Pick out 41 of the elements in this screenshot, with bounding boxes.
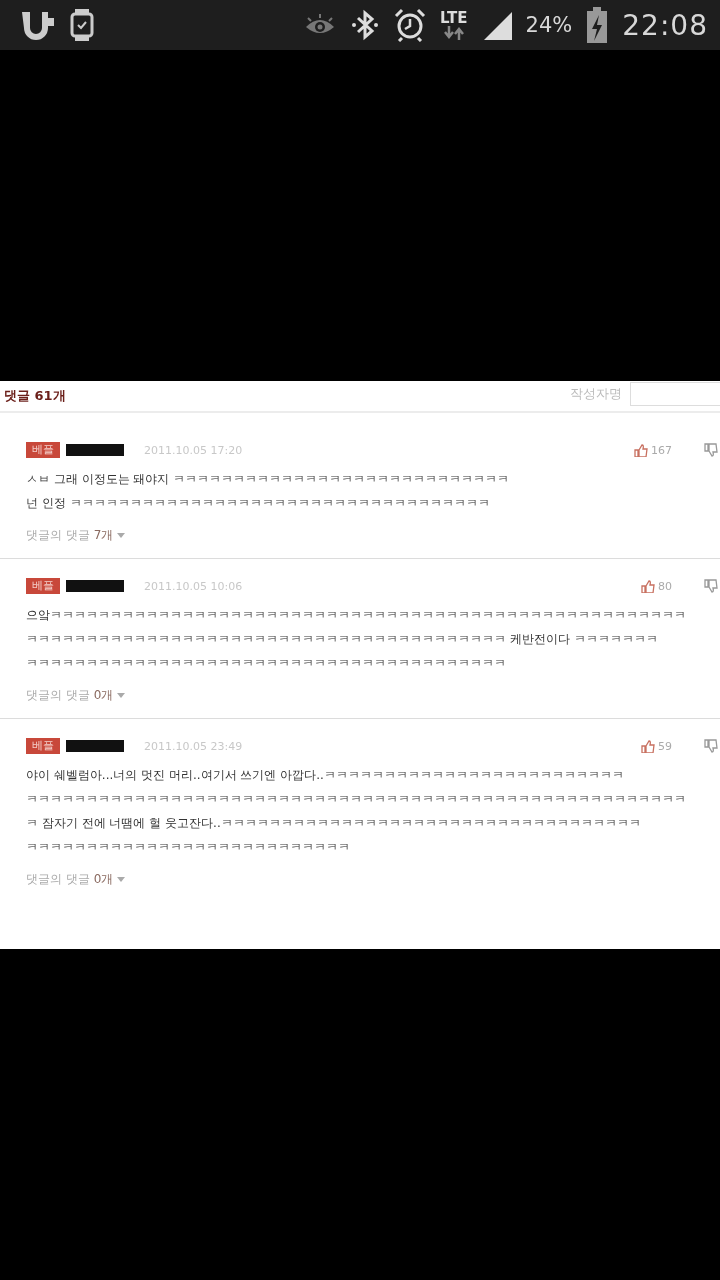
comment-text-line: ㅋ 잠자기 전에 너땜에 헐 웃고잔다..ㅋㅋㅋㅋㅋㅋㅋㅋㅋㅋㅋㅋㅋㅋㅋㅋㅋㅋㅋㅋㅋㅋㅋㅋㅋㅋㅋㅋㅋㅋㅋㅋㅋㅋㅋ xyxy=(26,815,642,832)
alarm-clock-icon xyxy=(394,8,427,42)
comment-text-line: ㅋㅋㅋㅋㅋㅋㅋㅋㅋㅋㅋㅋㅋㅋㅋㅋㅋㅋㅋㅋㅋㅋㅋㅋㅋㅋㅋㅋㅋㅋㅋㅋㅋㅋㅋㅋㅋㅋㅋㅋ 케반전이다 ㅋㅋㅋㅋㅋㅋㅋ xyxy=(26,631,659,648)
redacted-username xyxy=(66,580,124,592)
best-badge: 베플 xyxy=(26,442,60,458)
dropdown-caret-icon[interactable] xyxy=(117,877,126,882)
reply-count[interactable]: 0개 xyxy=(93,871,114,888)
comment-text-line: 넌 인정 ㅋㅋㅋㅋㅋㅋㅋㅋㅋㅋㅋㅋㅋㅋㅋㅋㅋㅋㅋㅋㅋㅋㅋㅋㅋㅋㅋㅋㅋㅋㅋㅋㅋㅋㅋ xyxy=(26,495,491,512)
author-name-label: 작성자명 xyxy=(570,385,622,403)
redacted-username xyxy=(66,740,124,752)
comment-count-heading: 댓글 61개 xyxy=(4,387,66,405)
thumbs-up-icon[interactable] xyxy=(634,443,648,457)
battery-percent: 24% xyxy=(525,13,573,37)
comment-text-line: ㅅㅂ 그래 이정도는 돼야지 ㅋㅋㅋㅋㅋㅋㅋㅋㅋㅋㅋㅋㅋㅋㅋㅋㅋㅋㅋㅋㅋㅋㅋㅋㅋㅋㅋㅋ xyxy=(26,471,511,488)
thumbs-down-icon[interactable] xyxy=(704,579,720,593)
thumbs-down-icon[interactable] xyxy=(704,443,720,457)
like-count: 167 xyxy=(651,443,672,457)
dropdown-caret-icon[interactable] xyxy=(117,693,126,698)
comment-text-line: 으앜ㅋㅋㅋㅋㅋㅋㅋㅋㅋㅋㅋㅋㅋㅋㅋㅋㅋㅋㅋㅋㅋㅋㅋㅋㅋㅋㅋㅋㅋㅋㅋㅋㅋㅋㅋㅋㅋㅋㅋㅋㅋㅋㅋㅋㅋㅋㅋㅋㅋㅋㅋㅋㅋ xyxy=(26,607,687,624)
thumbs-up-icon[interactable] xyxy=(641,579,655,593)
data-arrows-icon xyxy=(442,25,465,40)
redacted-username xyxy=(66,444,124,456)
reply-count[interactable]: 7개 xyxy=(93,527,114,544)
comment-text-line: 야이 쉐벨럼아...너의 멋진 머리..여기서 쓰기엔 아깝다..ㅋㅋㅋㅋㅋㅋㅋㅋㅋㅋㅋㅋㅋㅋㅋㅋㅋㅋㅋㅋㅋㅋㅋㅋㅋ xyxy=(26,767,625,784)
battery-charging-icon xyxy=(586,7,609,43)
comment-text-line: ㅋㅋㅋㅋㅋㅋㅋㅋㅋㅋㅋㅋㅋㅋㅋㅋㅋㅋㅋㅋㅋㅋㅋㅋㅋㅋㅋㅋㅋㅋㅋㅋㅋㅋㅋㅋㅋㅋㅋㅋ xyxy=(26,655,507,672)
comment-text-line: ㅋㅋㅋㅋㅋㅋㅋㅋㅋㅋㅋㅋㅋㅋㅋㅋㅋㅋㅋㅋㅋㅋㅋㅋㅋㅋㅋ xyxy=(26,839,351,856)
best-badge: 베플 xyxy=(26,738,60,754)
network-type: LTE xyxy=(440,10,468,26)
thumbs-down-icon[interactable] xyxy=(704,739,720,753)
bluetooth-icon xyxy=(350,9,381,41)
comment-text-line: ㅋㅋㅋㅋㅋㅋㅋㅋㅋㅋㅋㅋㅋㅋㅋㅋㅋㅋㅋㅋㅋㅋㅋㅋㅋㅋㅋㅋㅋㅋㅋㅋㅋㅋㅋㅋㅋㅋㅋㅋㅋㅋㅋㅋㅋㅋㅋㅋㅋㅋㅋㅋㅋㅋㅋ xyxy=(26,791,687,808)
author-name-field[interactable] xyxy=(630,382,720,406)
smartwatch-icon xyxy=(70,8,94,42)
like-count: 59 xyxy=(658,739,672,753)
like-count: 80 xyxy=(658,579,672,593)
reply-count[interactable]: 0개 xyxy=(93,687,114,704)
best-badge: 베플 xyxy=(26,578,60,594)
dropdown-caret-icon[interactable] xyxy=(117,533,126,538)
clock-time: 22:08 xyxy=(622,8,708,42)
thumbs-up-icon[interactable] xyxy=(641,739,655,753)
